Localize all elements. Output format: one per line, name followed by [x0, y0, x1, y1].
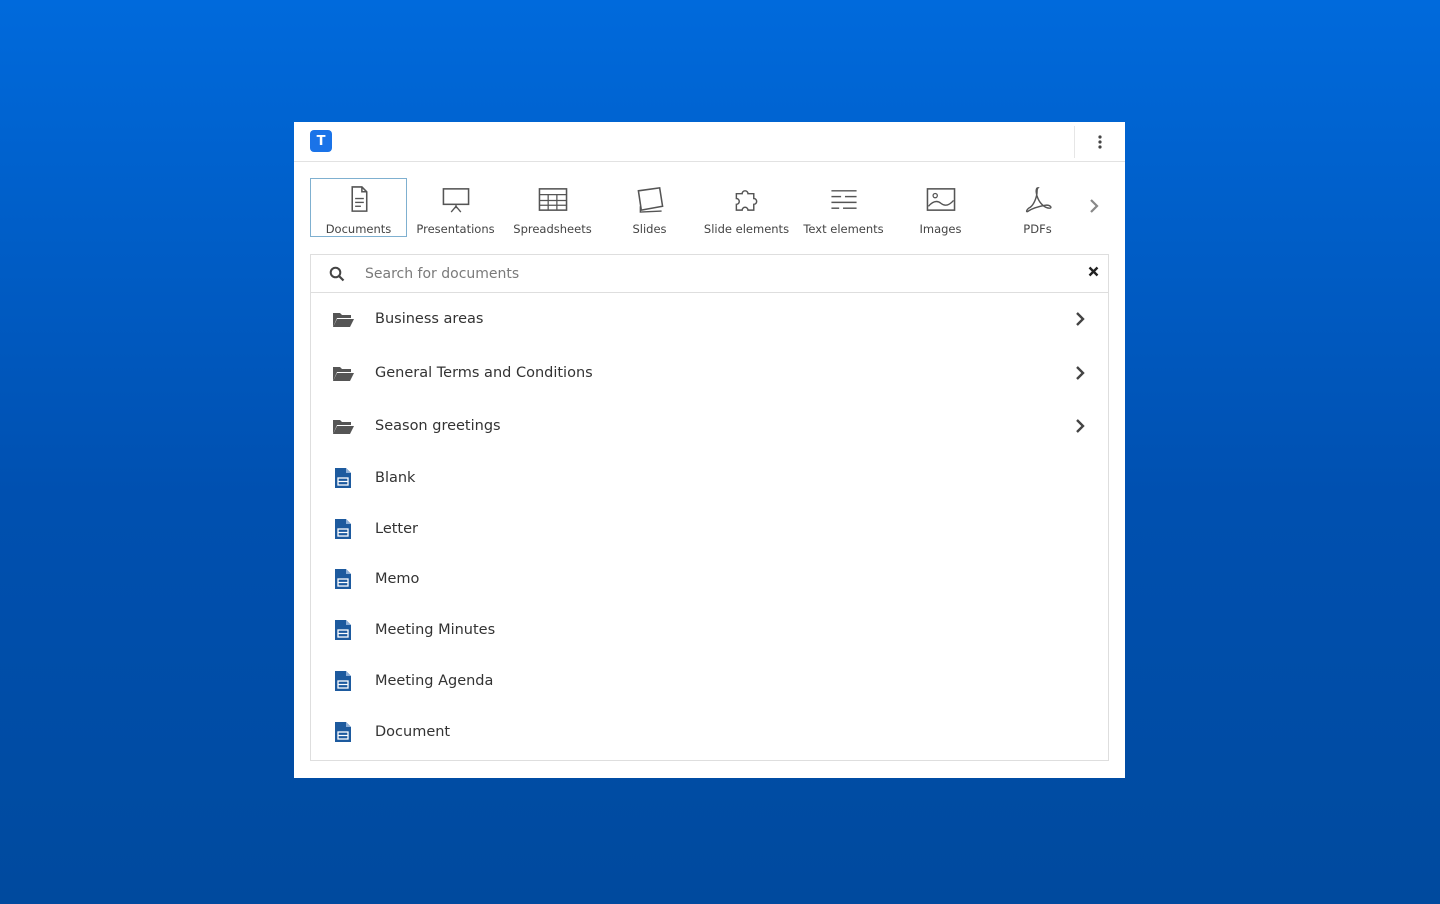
document-label: Meeting Agenda — [375, 673, 494, 689]
tab-slide-elements[interactable]: Slide elements — [698, 178, 795, 237]
tab-label: Text elements — [803, 222, 884, 236]
search-input[interactable] — [365, 261, 1065, 287]
chevron-right-icon — [1073, 417, 1087, 435]
document-label: Blank — [375, 470, 416, 486]
folder-row-business-areas[interactable]: Business areas — [311, 296, 1108, 342]
template-chooser-window: T Documents Presentations Spreadsheets S… — [294, 122, 1125, 778]
document-icon — [350, 186, 368, 212]
search-icon — [329, 266, 345, 282]
document-label: Meeting Minutes — [375, 622, 496, 638]
document-row-meeting-minutes[interactable]: Meeting Minutes — [311, 607, 1108, 653]
document-row-memo[interactable]: Memo — [311, 556, 1108, 602]
tab-documents[interactable]: Documents — [310, 178, 407, 237]
pdf-icon — [1025, 187, 1052, 213]
slides-icon — [637, 187, 663, 213]
document-row-blank[interactable]: Blank — [311, 455, 1108, 501]
folder-open-icon — [331, 361, 355, 385]
document-label: Document — [375, 724, 451, 740]
title-divider — [1074, 126, 1075, 158]
category-tabs: Documents Presentations Spreadsheets Sli… — [310, 178, 1086, 238]
folder-row-season-greetings[interactable]: Season greetings — [311, 403, 1108, 449]
tab-label: Presentations — [416, 222, 495, 236]
text-document-icon — [331, 517, 355, 541]
folder-open-icon — [331, 307, 355, 331]
presentation-icon — [442, 188, 469, 213]
chevron-right-icon — [1090, 199, 1099, 213]
tab-slides[interactable]: Slides — [601, 178, 698, 237]
image-icon — [926, 188, 955, 211]
text-document-icon — [331, 618, 355, 642]
tab-label: PDFs — [1023, 222, 1052, 236]
text-document-icon — [331, 669, 355, 693]
tab-label: Spreadsheets — [513, 222, 592, 236]
text-document-icon — [331, 567, 355, 591]
folder-label: General Terms and Conditions — [375, 365, 593, 381]
clear-search-button[interactable] — [1085, 263, 1101, 279]
template-list-panel: Business areas General Terms and Conditi… — [310, 254, 1109, 761]
text-document-icon — [331, 720, 355, 744]
tab-text-elements[interactable]: Text elements — [795, 178, 892, 237]
document-label: Memo — [375, 571, 420, 587]
title-bar: T — [294, 122, 1125, 162]
tab-pdfs[interactable]: PDFs — [989, 178, 1086, 237]
app-logo: T — [310, 130, 332, 152]
document-row-document[interactable]: Document — [311, 709, 1108, 755]
folder-label: Season greetings — [375, 418, 501, 434]
spreadsheet-icon — [538, 188, 567, 211]
tab-label: Documents — [325, 222, 392, 236]
more-options-button[interactable] — [1090, 130, 1110, 154]
folder-open-icon — [331, 414, 355, 438]
tab-label: Images — [919, 222, 962, 236]
folder-row-general-terms[interactable]: General Terms and Conditions — [311, 350, 1108, 396]
document-row-meeting-agenda[interactable]: Meeting Agenda — [311, 658, 1108, 704]
close-icon — [1088, 266, 1098, 276]
tab-images[interactable]: Images — [892, 178, 989, 237]
categories-next-button[interactable] — [1084, 194, 1104, 218]
document-row-letter[interactable]: Letter — [311, 506, 1108, 552]
tab-label: Slides — [632, 222, 667, 236]
text-document-icon — [331, 466, 355, 490]
search-bar — [311, 255, 1108, 293]
puzzle-icon — [735, 190, 757, 211]
chevron-right-icon — [1073, 364, 1087, 382]
text-lines-icon — [830, 190, 857, 209]
vertical-dots-icon — [1098, 135, 1102, 149]
folder-label: Business areas — [375, 311, 484, 327]
tab-presentations[interactable]: Presentations — [407, 178, 504, 237]
tab-label: Slide elements — [703, 222, 790, 236]
document-label: Letter — [375, 521, 418, 537]
tab-spreadsheets[interactable]: Spreadsheets — [504, 178, 601, 237]
chevron-right-icon — [1073, 310, 1087, 328]
